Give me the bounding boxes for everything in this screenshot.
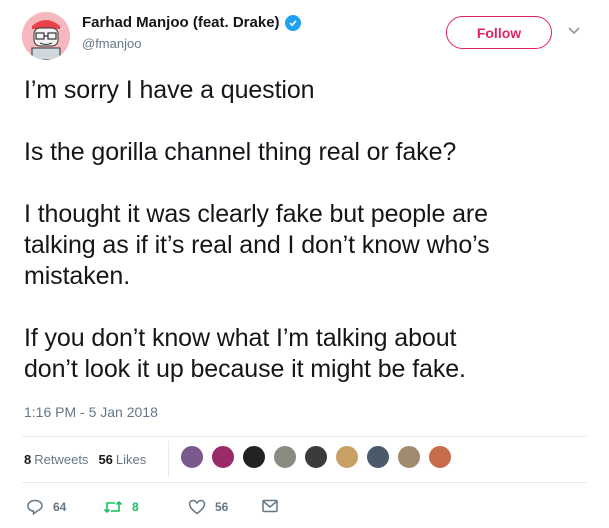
retweets-stat[interactable]: 8 Retweets [24,452,88,467]
liker-avatar-2[interactable] [211,445,235,469]
retweet-icon [103,500,123,514]
envelope-icon [262,499,278,513]
retweets-label: Retweets [34,452,89,467]
direct-message-button[interactable] [262,499,287,513]
likes-label: Likes [115,452,147,467]
liker-avatar-6[interactable] [335,445,359,469]
liker-avatar-9[interactable] [428,445,452,469]
stats-separator [168,441,169,477]
tweet-timestamp[interactable]: 1:16 PM - 5 Jan 2018 [24,404,158,420]
retweet-count: 8 [132,500,139,514]
chevron-down-icon[interactable] [566,22,582,38]
liker-avatar-1[interactable] [180,445,204,469]
reply-icon [27,499,43,515]
author-display-name[interactable]: Farhad Manjoo (feat. Drake) [82,14,280,31]
tweet-text-line-4: talking as if it’s real and I don’t know… [24,231,490,259]
like-count: 56 [215,500,229,514]
tweet-stats: 8 Retweets 56 Likes [24,452,156,467]
author-handle[interactable]: @fmanjoo [82,36,141,51]
tweet-text-line-3: I thought it was clearly fake but people… [24,200,488,228]
like-button[interactable]: 56 [188,499,228,515]
retweets-count: 8 [24,452,32,467]
liker-avatar-7[interactable] [366,445,390,469]
liker-avatar-4[interactable] [273,445,297,469]
retweet-button[interactable]: 8 [103,499,139,515]
reply-count: 64 [53,500,67,514]
likes-stat[interactable]: 56 Likes [98,452,146,467]
divider-top [22,436,587,437]
tweet-text-line-7: don’t look it up because it might be fak… [24,355,466,383]
liker-avatar-5[interactable] [304,445,328,469]
likes-count: 56 [98,452,113,467]
reply-button[interactable]: 64 [26,499,66,515]
tweet-card: Farhad Manjoo (feat. Drake) @fmanjoo Fol… [0,0,609,528]
author-avatar-illustration [22,12,70,60]
liker-avatar-3[interactable] [242,445,266,469]
liker-avatar-8[interactable] [397,445,421,469]
author-avatar[interactable] [22,12,70,60]
divider-bottom [22,482,587,483]
heart-icon [188,499,206,515]
tweet-text-line-2: Is the gorilla channel thing real or fak… [24,138,457,166]
liker-avatars [180,445,459,469]
tweet-text-line-5: mistaken. [24,262,131,290]
verified-badge-icon [284,14,301,31]
follow-button[interactable]: Follow [446,16,552,49]
tweet-text-line-6: If you don’t know what I’m talking about [24,324,457,352]
author-name-row[interactable]: Farhad Manjoo (feat. Drake) [82,14,301,31]
tweet-text-line-1: I’m sorry I have a question [24,76,315,104]
